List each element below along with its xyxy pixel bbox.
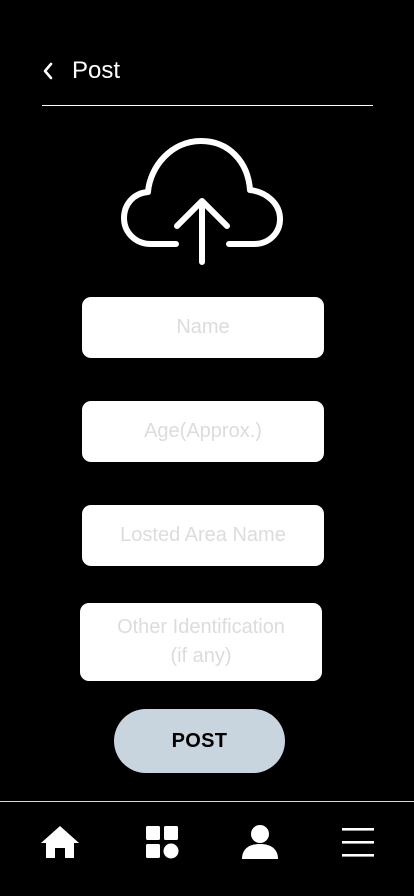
home-icon bbox=[41, 826, 79, 858]
name-placeholder: Name bbox=[176, 316, 230, 338]
lost-area-field[interactable]: Losted Area Name bbox=[82, 505, 324, 566]
user-icon bbox=[242, 825, 278, 859]
post-button[interactable]: POST bbox=[114, 709, 285, 773]
post-button-label: POST bbox=[171, 729, 228, 752]
age-placeholder: Age(Approx.) bbox=[144, 420, 262, 442]
tab-menu[interactable] bbox=[338, 822, 378, 862]
bottom-tab-bar bbox=[0, 801, 414, 896]
name-field[interactable]: Name bbox=[82, 297, 324, 358]
page-title: Post bbox=[72, 57, 121, 84]
identification-placeholder: Other Identification (if any) bbox=[117, 616, 285, 667]
identification-field[interactable]: Other Identification (if any) bbox=[80, 603, 322, 681]
cloud-upload-icon bbox=[121, 138, 283, 265]
age-field[interactable]: Age(Approx.) bbox=[82, 401, 324, 462]
grid-icon bbox=[146, 826, 179, 859]
tab-profile[interactable] bbox=[240, 822, 280, 862]
chevron-left-icon bbox=[43, 62, 53, 80]
upload-button[interactable] bbox=[121, 138, 283, 266]
menu-icon bbox=[342, 828, 374, 857]
tab-dashboard[interactable] bbox=[142, 822, 182, 862]
lost-area-placeholder: Losted Area Name bbox=[120, 524, 286, 546]
back-button[interactable] bbox=[42, 62, 54, 80]
header: Post bbox=[42, 52, 373, 106]
tab-home[interactable] bbox=[40, 822, 80, 862]
